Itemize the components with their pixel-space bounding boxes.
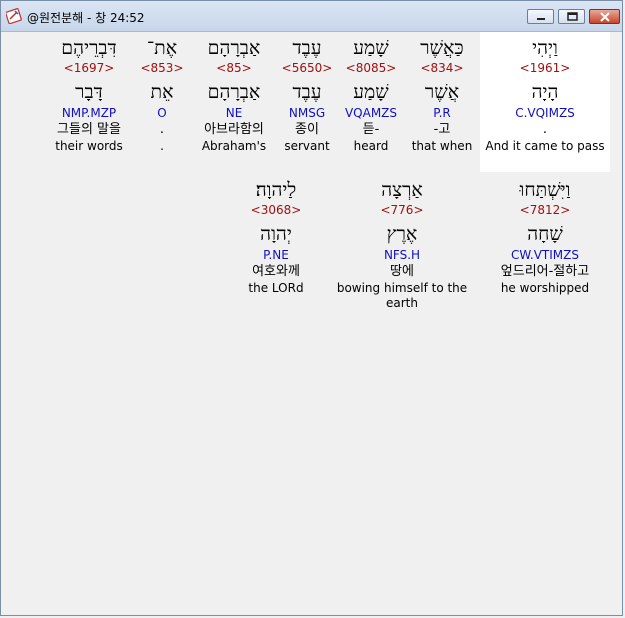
english-gloss: servant bbox=[284, 139, 330, 153]
strong-number[interactable]: <5650> bbox=[276, 60, 338, 76]
korean-gloss: 종이 bbox=[295, 122, 319, 137]
morphology-code: C.VQIMZS bbox=[515, 106, 575, 120]
lemma: יְהוָה bbox=[260, 223, 292, 245]
hebrew-word: כַּאֲשֶׁר bbox=[420, 37, 464, 59]
title-bar[interactable]: @원전분해 - 창 24:52 bbox=[1, 1, 622, 32]
lemma: הָיָה bbox=[531, 81, 559, 103]
lemma: אַבְרָהָם bbox=[207, 81, 261, 103]
close-button[interactable] bbox=[589, 9, 620, 24]
morphology-code: O bbox=[157, 106, 167, 120]
word-cell[interactable]: שָׁמַע <8085> שָׁמַע VQAMZS 듣- heard bbox=[338, 36, 404, 154]
english-gloss: the LORd bbox=[248, 281, 304, 295]
morphology-code: CW.VTIMZS bbox=[511, 248, 579, 262]
hebrew-word: וַיִּשְׁתַּחוּ bbox=[519, 179, 571, 201]
hebrew-word: עֶבֶד bbox=[292, 37, 322, 59]
strong-number[interactable]: <8085> bbox=[338, 60, 404, 76]
korean-gloss: 그들의 말을 bbox=[57, 122, 121, 137]
hebrew-word: דִּבְרֵיהֶם bbox=[61, 37, 117, 59]
strong-number[interactable]: <85> bbox=[192, 60, 276, 76]
word-cell[interactable]: אַבְרָהָם <85> אַבְרָהָם NE 아브라함의 Abraha… bbox=[192, 36, 276, 154]
strong-number[interactable]: <834> bbox=[404, 60, 480, 76]
english-gloss: Abraham's bbox=[201, 139, 267, 153]
lemma: אֶרֶץ bbox=[386, 223, 418, 245]
maximize-icon bbox=[567, 12, 578, 21]
word-cell[interactable]: דִּבְרֵיהֶם <1697> דָּבָר NMP.MZP 그들의 말을… bbox=[46, 36, 132, 154]
korean-gloss: 엎드리어-절하고 bbox=[500, 264, 590, 279]
hebrew-word: לַיהוָה׃ bbox=[255, 179, 297, 201]
english-gloss: bowing himself to the earth bbox=[336, 281, 468, 310]
korean-gloss: -고 bbox=[433, 122, 451, 137]
lemma: אֲשֶׁר bbox=[424, 81, 460, 103]
minimize-icon bbox=[537, 18, 545, 20]
word-cell-selected[interactable]: וַיְהִי <1961> הָיָה C.VQIMZS . And it c… bbox=[480, 32, 610, 172]
word-cell[interactable]: וַיִּשְׁתַּחוּ <7812> שָׁחָה CW.VTIMZS 엎… bbox=[480, 178, 610, 296]
korean-gloss: 듣- bbox=[362, 122, 380, 137]
strong-number[interactable]: <776> bbox=[324, 202, 480, 218]
interlinear-content: דִּבְרֵיהֶם <1697> דָּבָר NMP.MZP 그들의 말을… bbox=[2, 32, 621, 614]
minimize-button[interactable] bbox=[527, 9, 554, 24]
strong-number[interactable]: <1961> bbox=[480, 60, 610, 76]
lemma: שָׁמַע bbox=[353, 81, 389, 103]
hebrew-word: וַיְהִי bbox=[532, 37, 558, 59]
morphology-code: NE bbox=[225, 106, 243, 120]
morphology-code: NMSG bbox=[288, 106, 326, 120]
strong-number[interactable]: <1697> bbox=[46, 60, 132, 76]
word-cell[interactable]: אַרְצָה <776> אֶרֶץ NFS.H 땅에 bowing hims… bbox=[324, 178, 480, 310]
english-gloss: And it came to pass bbox=[485, 139, 605, 153]
korean-gloss: 땅에 bbox=[390, 264, 414, 279]
maximize-button[interactable] bbox=[558, 9, 585, 24]
korean-gloss: 아브라함의 bbox=[204, 122, 264, 137]
english-gloss: heard bbox=[353, 139, 389, 153]
word-cell[interactable]: אֶת־ <853> אֵת O . . bbox=[132, 36, 192, 154]
hebrew-word: אַבְרָהָם bbox=[207, 37, 261, 59]
window-title: @원전분해 - 창 24:52 bbox=[27, 11, 145, 25]
lemma: אֵת bbox=[150, 81, 174, 103]
app-icon bbox=[5, 8, 22, 25]
korean-gloss: . bbox=[542, 122, 548, 137]
english-gloss: . bbox=[160, 139, 164, 153]
hebrew-word: אַרְצָה bbox=[381, 179, 423, 201]
morphology-code: NMP.MZP bbox=[61, 106, 117, 120]
interlinear-window: @원전분해 - 창 24:52 דִּבְרֵיהֶם <1697> דָּבָ… bbox=[0, 0, 623, 616]
morphology-code: NFS.H bbox=[383, 248, 421, 262]
morphology-code: VQAMZS bbox=[344, 106, 398, 120]
korean-gloss: 여호와께 bbox=[252, 264, 300, 279]
morphology-code: P.R bbox=[433, 106, 451, 120]
word-cell[interactable]: כַּאֲשֶׁר <834> אֲשֶׁר P.R -고 that when bbox=[404, 36, 480, 154]
morphology-code: P.NE bbox=[263, 248, 289, 262]
english-gloss: he worshipped bbox=[500, 281, 590, 295]
lemma: דָּבָר bbox=[75, 81, 103, 103]
english-gloss: their words bbox=[55, 139, 123, 153]
close-icon bbox=[600, 12, 610, 22]
korean-gloss: . bbox=[159, 122, 165, 137]
strong-number[interactable]: <853> bbox=[132, 60, 192, 76]
word-cell[interactable]: לַיהוָה׃ <3068> יְהוָה P.NE 여호와께 the LOR… bbox=[228, 178, 324, 296]
hebrew-word: שָׁמַע bbox=[353, 37, 389, 59]
strong-number[interactable]: <7812> bbox=[480, 202, 610, 218]
english-gloss: that when bbox=[411, 139, 473, 153]
lemma: שָׁחָה bbox=[527, 223, 563, 245]
hebrew-word: אֶת־ bbox=[146, 37, 178, 59]
strong-number[interactable]: <3068> bbox=[228, 202, 324, 218]
lemma: עֶבֶד bbox=[292, 81, 322, 103]
word-cell[interactable]: עֶבֶד <5650> עֶבֶד NMSG 종이 servant bbox=[276, 36, 338, 154]
